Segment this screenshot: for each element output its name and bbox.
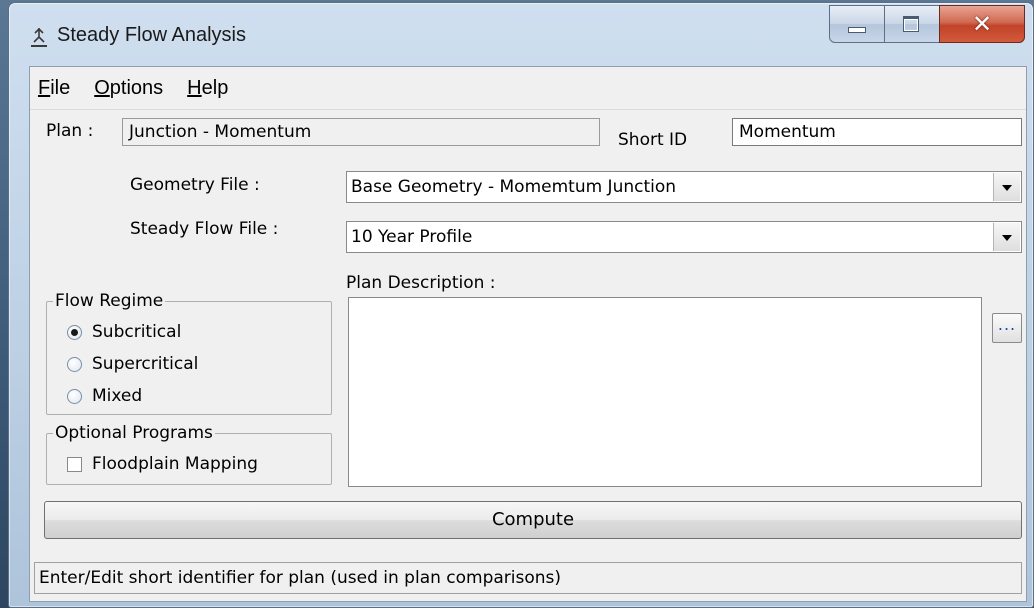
geometry-file-label: Geometry File : — [130, 175, 260, 195]
steady-flow-file-value: 10 Year Profile — [351, 227, 473, 247]
steady-flow-window: Steady Flow Analysis ✕ File Options Help… — [8, 2, 1034, 608]
maximize-button[interactable] — [884, 5, 940, 43]
close-icon: ✕ — [971, 10, 993, 38]
menu-help[interactable]: Help — [187, 77, 228, 100]
radio-supercritical[interactable]: Supercritical — [67, 354, 198, 374]
plan-description-textarea[interactable] — [348, 297, 982, 487]
description-browse-button[interactable]: ... — [992, 313, 1022, 343]
menu-file[interactable]: File — [38, 77, 70, 100]
radio-mixed-label: Mixed — [92, 386, 143, 406]
radio-supercritical-label: Supercritical — [92, 354, 199, 374]
radio-mixed[interactable]: Mixed — [67, 386, 142, 406]
menu-bar: File Options Help — [30, 67, 1026, 110]
menu-file-mnemonic: F — [38, 76, 51, 99]
short-id-field[interactable]: Momentum — [732, 118, 1022, 146]
menu-options-mnemonic: O — [94, 76, 110, 99]
minimize-icon — [848, 27, 866, 33]
minimize-button[interactable] — [829, 5, 885, 43]
app-icon — [31, 27, 47, 47]
geometry-file-value: Base Geometry - Momemtum Junction — [351, 177, 677, 197]
radio-subcritical-label: Subcritical — [92, 322, 182, 342]
status-bar: Enter/Edit short identifier for plan (us… — [34, 562, 1022, 594]
maximize-icon — [903, 16, 919, 32]
steady-flow-file-select[interactable]: 10 Year Profile — [346, 221, 1022, 253]
short-id-label: Short ID — [618, 130, 688, 150]
menu-help-mnemonic: H — [187, 76, 202, 99]
menu-help-label: elp — [201, 76, 229, 99]
title-bar[interactable]: Steady Flow Analysis ✕ — [9, 3, 1033, 63]
window-title: Steady Flow Analysis — [57, 24, 246, 46]
floodplain-mapping-label: Floodplain Mapping — [92, 454, 258, 474]
caption-buttons: ✕ — [829, 5, 1025, 43]
floodplain-mapping-checkbox[interactable]: Floodplain Mapping — [67, 454, 258, 474]
radio-subcritical[interactable]: Subcritical — [67, 322, 181, 342]
flow-regime-group: Flow Regime Subcritical Supercritical Mi… — [46, 291, 332, 415]
menu-file-label: ile — [50, 76, 71, 99]
plan-label: Plan : — [46, 121, 94, 141]
dialog-client-area: File Options Help Plan : Junction - Mome… — [29, 66, 1027, 602]
compute-button[interactable]: Compute — [44, 501, 1022, 539]
geometry-file-select[interactable]: Base Geometry - Momemtum Junction — [346, 171, 1022, 203]
radio-unselected-icon — [67, 388, 82, 404]
optional-programs-title: Optional Programs — [53, 423, 215, 443]
chevron-down-icon[interactable] — [993, 223, 1020, 251]
flow-regime-title: Flow Regime — [53, 291, 166, 311]
menu-options-label: ptions — [109, 76, 164, 99]
checkbox-unchecked-icon — [67, 456, 82, 472]
chevron-down-icon[interactable] — [993, 173, 1020, 201]
radio-selected-icon — [67, 324, 82, 340]
optional-programs-group: Optional Programs Floodplain Mapping — [46, 423, 332, 485]
plan-description-label: Plan Description : — [346, 273, 496, 293]
steady-flow-file-label: Steady Flow File : — [130, 219, 279, 239]
close-button[interactable]: ✕ — [939, 5, 1025, 43]
menu-options[interactable]: Options — [94, 77, 163, 100]
radio-unselected-icon — [67, 356, 82, 372]
plan-title-field[interactable]: Junction - Momentum — [122, 118, 600, 146]
